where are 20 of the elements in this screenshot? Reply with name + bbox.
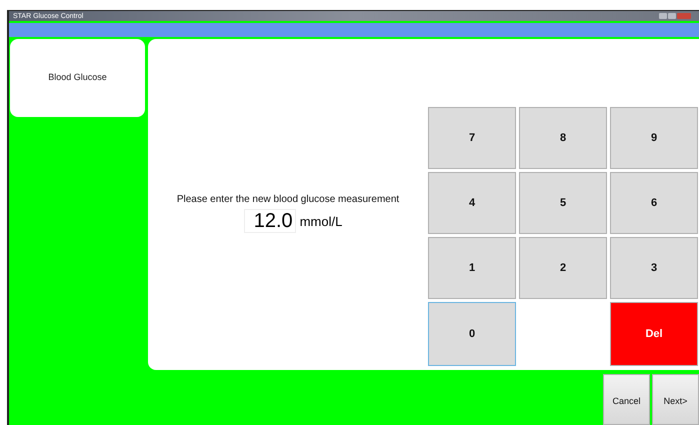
prompt-text: Please enter the new blood glucose measurement <box>176 193 400 207</box>
nav-button[interactable]: Next> <box>652 374 699 425</box>
delete-key[interactable]: Del <box>610 302 698 366</box>
digit-key[interactable]: 7 <box>428 107 516 169</box>
minimize-icon[interactable] <box>659 13 667 19</box>
digit-key[interactable]: 1 <box>428 237 516 299</box>
unit-label: mmol/L <box>300 212 342 230</box>
nav-button[interactable]: Cancel <box>603 374 650 425</box>
maximize-icon[interactable] <box>668 13 676 19</box>
glucose-input[interactable]: 12.0 <box>244 209 296 233</box>
close-icon[interactable] <box>677 13 691 19</box>
digit-key[interactable]: 6 <box>610 172 698 234</box>
digit-key[interactable]: 9 <box>610 107 698 169</box>
digit-key[interactable]: 8 <box>519 107 607 169</box>
tab[interactable]: Blood Glucose <box>10 39 145 117</box>
digit-key[interactable]: 4 <box>428 172 516 234</box>
digit-key[interactable]: 2 <box>519 237 607 299</box>
digit-key[interactable]: 3 <box>610 237 698 299</box>
digit-key[interactable]: 5 <box>519 172 607 234</box>
digit-key[interactable]: 0 <box>428 302 516 366</box>
